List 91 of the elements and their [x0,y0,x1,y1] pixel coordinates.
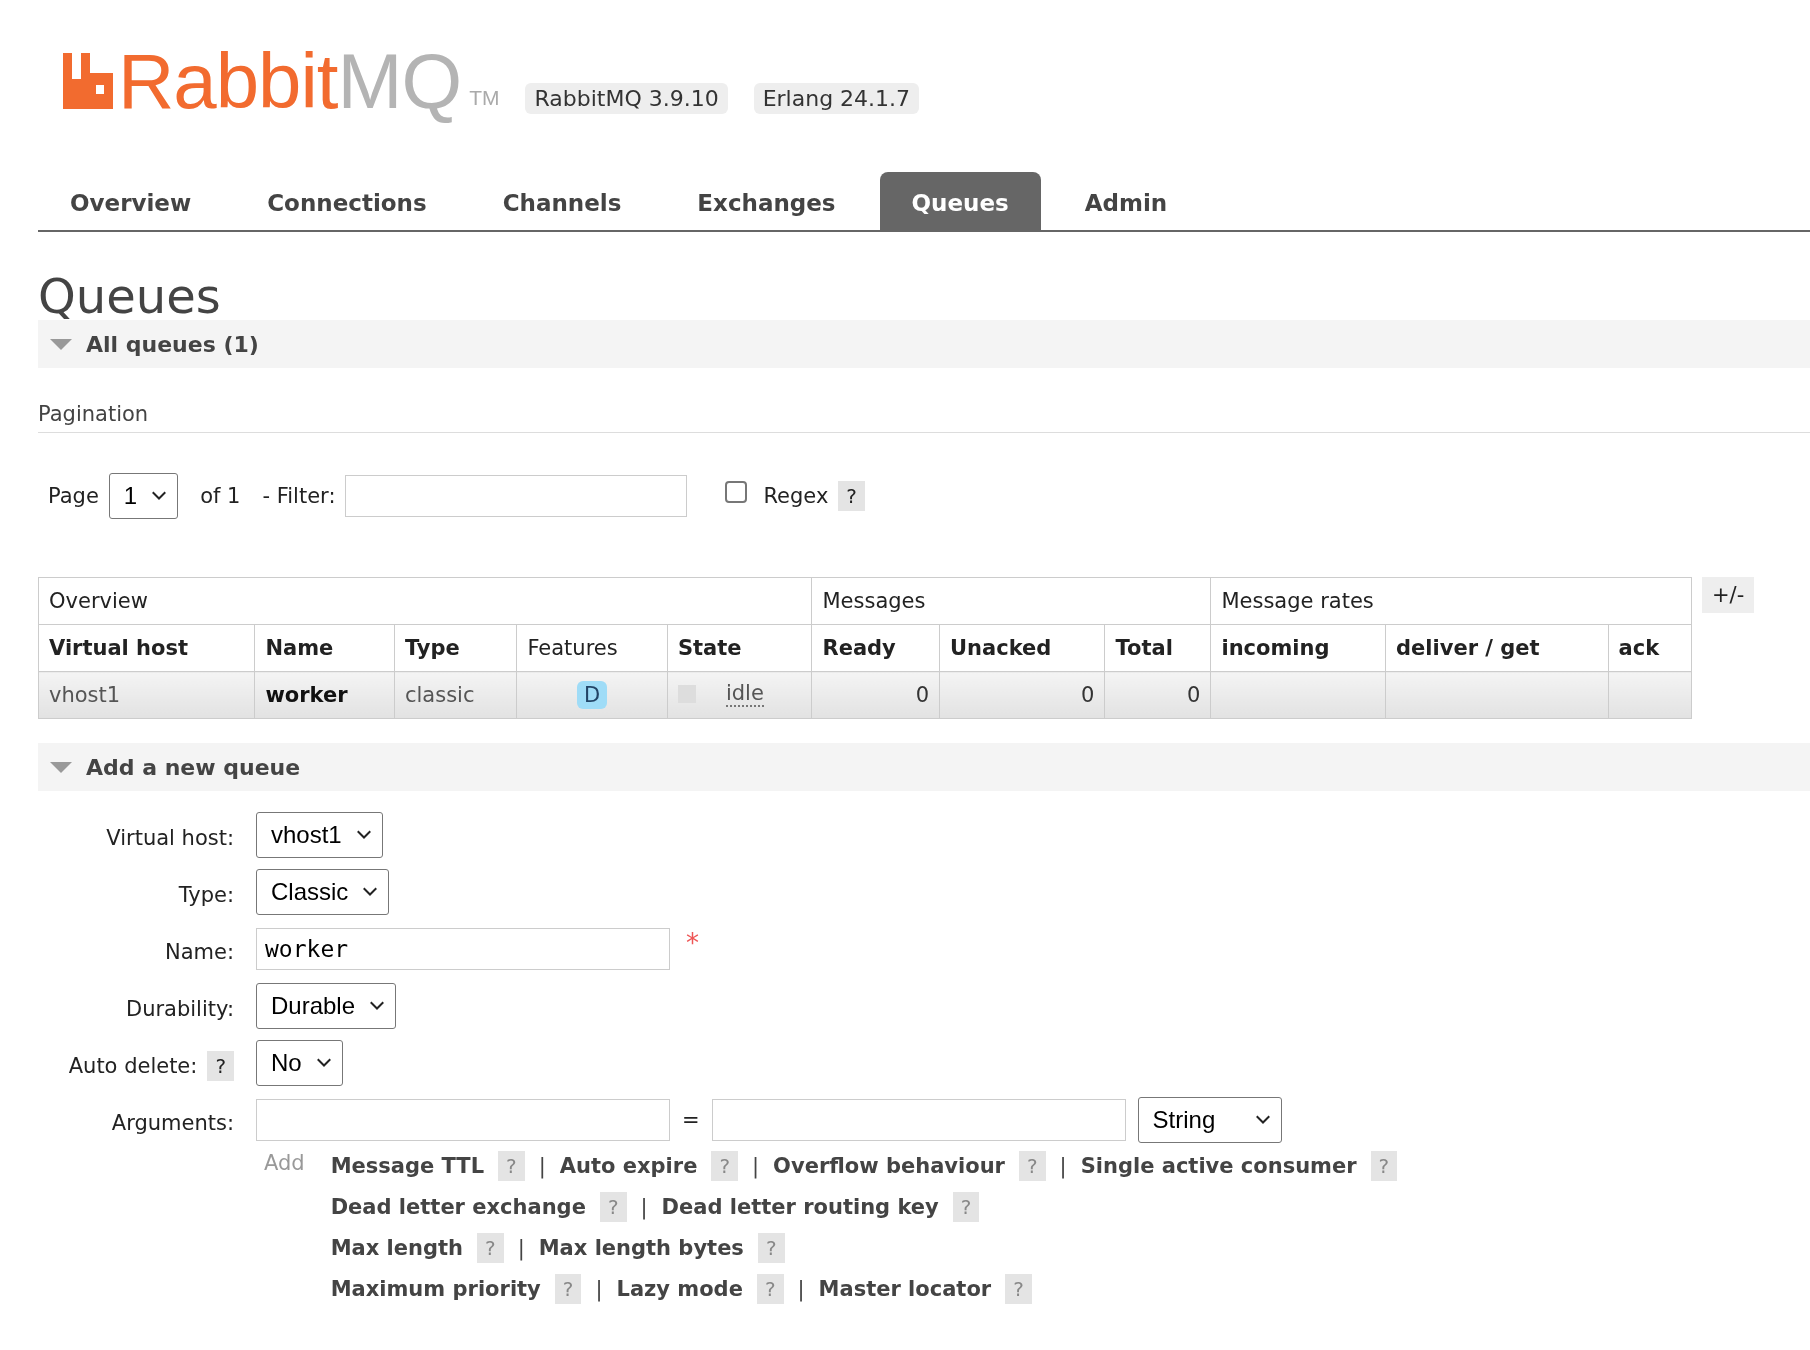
column-group-header: Messages [812,577,1211,625]
chevron-down-icon [315,1057,332,1068]
select-field[interactable]: Durable [256,982,397,1029]
column-header[interactable]: ack [1608,624,1692,672]
column-group-header: Overview [38,577,812,625]
table-cell: classic [394,671,517,719]
chevron-down-icon [151,491,168,501]
state-label: idle [725,681,764,707]
section-header[interactable]: Add a new queue [38,743,1810,791]
chevron-down-icon [362,886,379,897]
triangle-icon [50,761,72,773]
page-count: of 1 [200,484,241,508]
field-label: Auto delete: [68,1053,198,1078]
equals-sign: = [682,1107,700,1132]
argument-value-field[interactable] [711,1098,1126,1141]
separator: | [595,1277,603,1301]
chevron-down-icon [355,829,372,840]
chevron-down-icon [1255,1114,1272,1125]
table-cell: 0 [812,671,940,719]
pagination-heading: Pagination [38,402,1810,433]
feature-badge: D [577,681,608,709]
argument-link[interactable]: Overflow behaviour [773,1154,1005,1178]
table-cell: 0 [1104,671,1211,719]
nav-tab[interactable]: Exchanges [665,174,868,230]
page-label: Page [48,484,99,508]
field-label: Durability: [125,996,234,1021]
field-label: Arguments: [111,1110,234,1135]
filter-label: - Filter: [262,484,336,508]
separator: | [1059,1154,1067,1178]
page-title: Queues [38,272,222,320]
trademark: TM [469,86,500,110]
page-select[interactable]: 1 [108,473,179,519]
argument-link[interactable]: Max length [330,1236,463,1260]
column-header[interactable]: Virtual host [38,624,255,672]
name-field[interactable]: worker [256,927,670,970]
toggle-columns-button[interactable]: +/- [1702,577,1755,613]
version-badge: RabbitMQ 3.9.10 [525,83,728,114]
nav-tab[interactable]: Admin [1052,174,1200,230]
argument-link[interactable]: Master locator [818,1277,992,1301]
separator: | [752,1154,760,1178]
chevron-down-icon [369,1000,386,1011]
triangle-icon [50,338,72,350]
separator: | [538,1154,546,1178]
separator: | [640,1195,648,1219]
select-field[interactable]: No [256,1039,343,1086]
argument-link[interactable]: Single active consumer [1080,1154,1357,1178]
regex-checkbox[interactable] [725,481,748,503]
regex-label: Regex [763,484,829,508]
nav-tab[interactable]: Overview [38,174,224,230]
column-header[interactable]: Ready [812,624,940,672]
section-title: All queues (1) [86,331,259,357]
argument-link[interactable]: Auto expire [559,1154,698,1178]
rabbit-logo-icon [62,53,114,109]
help-button[interactable]: ? [838,481,865,511]
field-label: Name: [164,939,234,964]
argument-type-select[interactable]: String [1137,1096,1283,1143]
section-title: Add a new queue [86,754,301,780]
version-badge: Erlang 24.1.7 [753,83,920,114]
argument-key-field[interactable] [256,1098,670,1141]
table-cell: vhost1 [38,671,255,719]
add-label: Add [264,1151,305,1177]
argument-link[interactable]: Lazy mode [616,1277,743,1301]
argument-link[interactable]: Message TTL [330,1154,485,1178]
column-header[interactable]: deliver / get [1385,624,1609,672]
column-header[interactable]: Type [394,624,517,672]
nav-tab[interactable]: Queues [879,172,1041,230]
select-field[interactable]: Classic [256,868,390,915]
column-header[interactable]: Features [516,624,668,672]
nav-tab[interactable]: Channels [470,174,654,230]
separator: | [797,1277,805,1301]
filter-field[interactable] [345,475,688,517]
argument-link[interactable]: Dead letter routing key [661,1195,939,1219]
argument-link[interactable]: Dead letter exchange [330,1195,586,1219]
column-header[interactable]: Total [1104,624,1211,672]
table-cell: 0 [939,671,1105,719]
section-header[interactable]: All queues (1) [38,320,1810,368]
column-header[interactable]: incoming [1210,624,1386,672]
argument-link[interactable]: Max length bytes [538,1236,744,1260]
column-group-header: Message rates [1210,577,1692,625]
select-field[interactable]: vhost1 [256,811,383,858]
field-label: Type: [178,882,234,907]
required-mark: * [686,927,699,958]
field-label: Virtual host: [106,825,234,850]
separator: | [517,1236,525,1260]
table-cell: worker [254,671,395,719]
column-header[interactable]: State [667,624,812,672]
nav-tab[interactable]: Connections [235,174,459,230]
column-header[interactable]: Unacked [939,624,1105,672]
help-button[interactable]: ? [207,1050,234,1081]
argument-link[interactable]: Maximum priority [330,1277,541,1301]
column-header[interactable]: Name [254,624,395,672]
